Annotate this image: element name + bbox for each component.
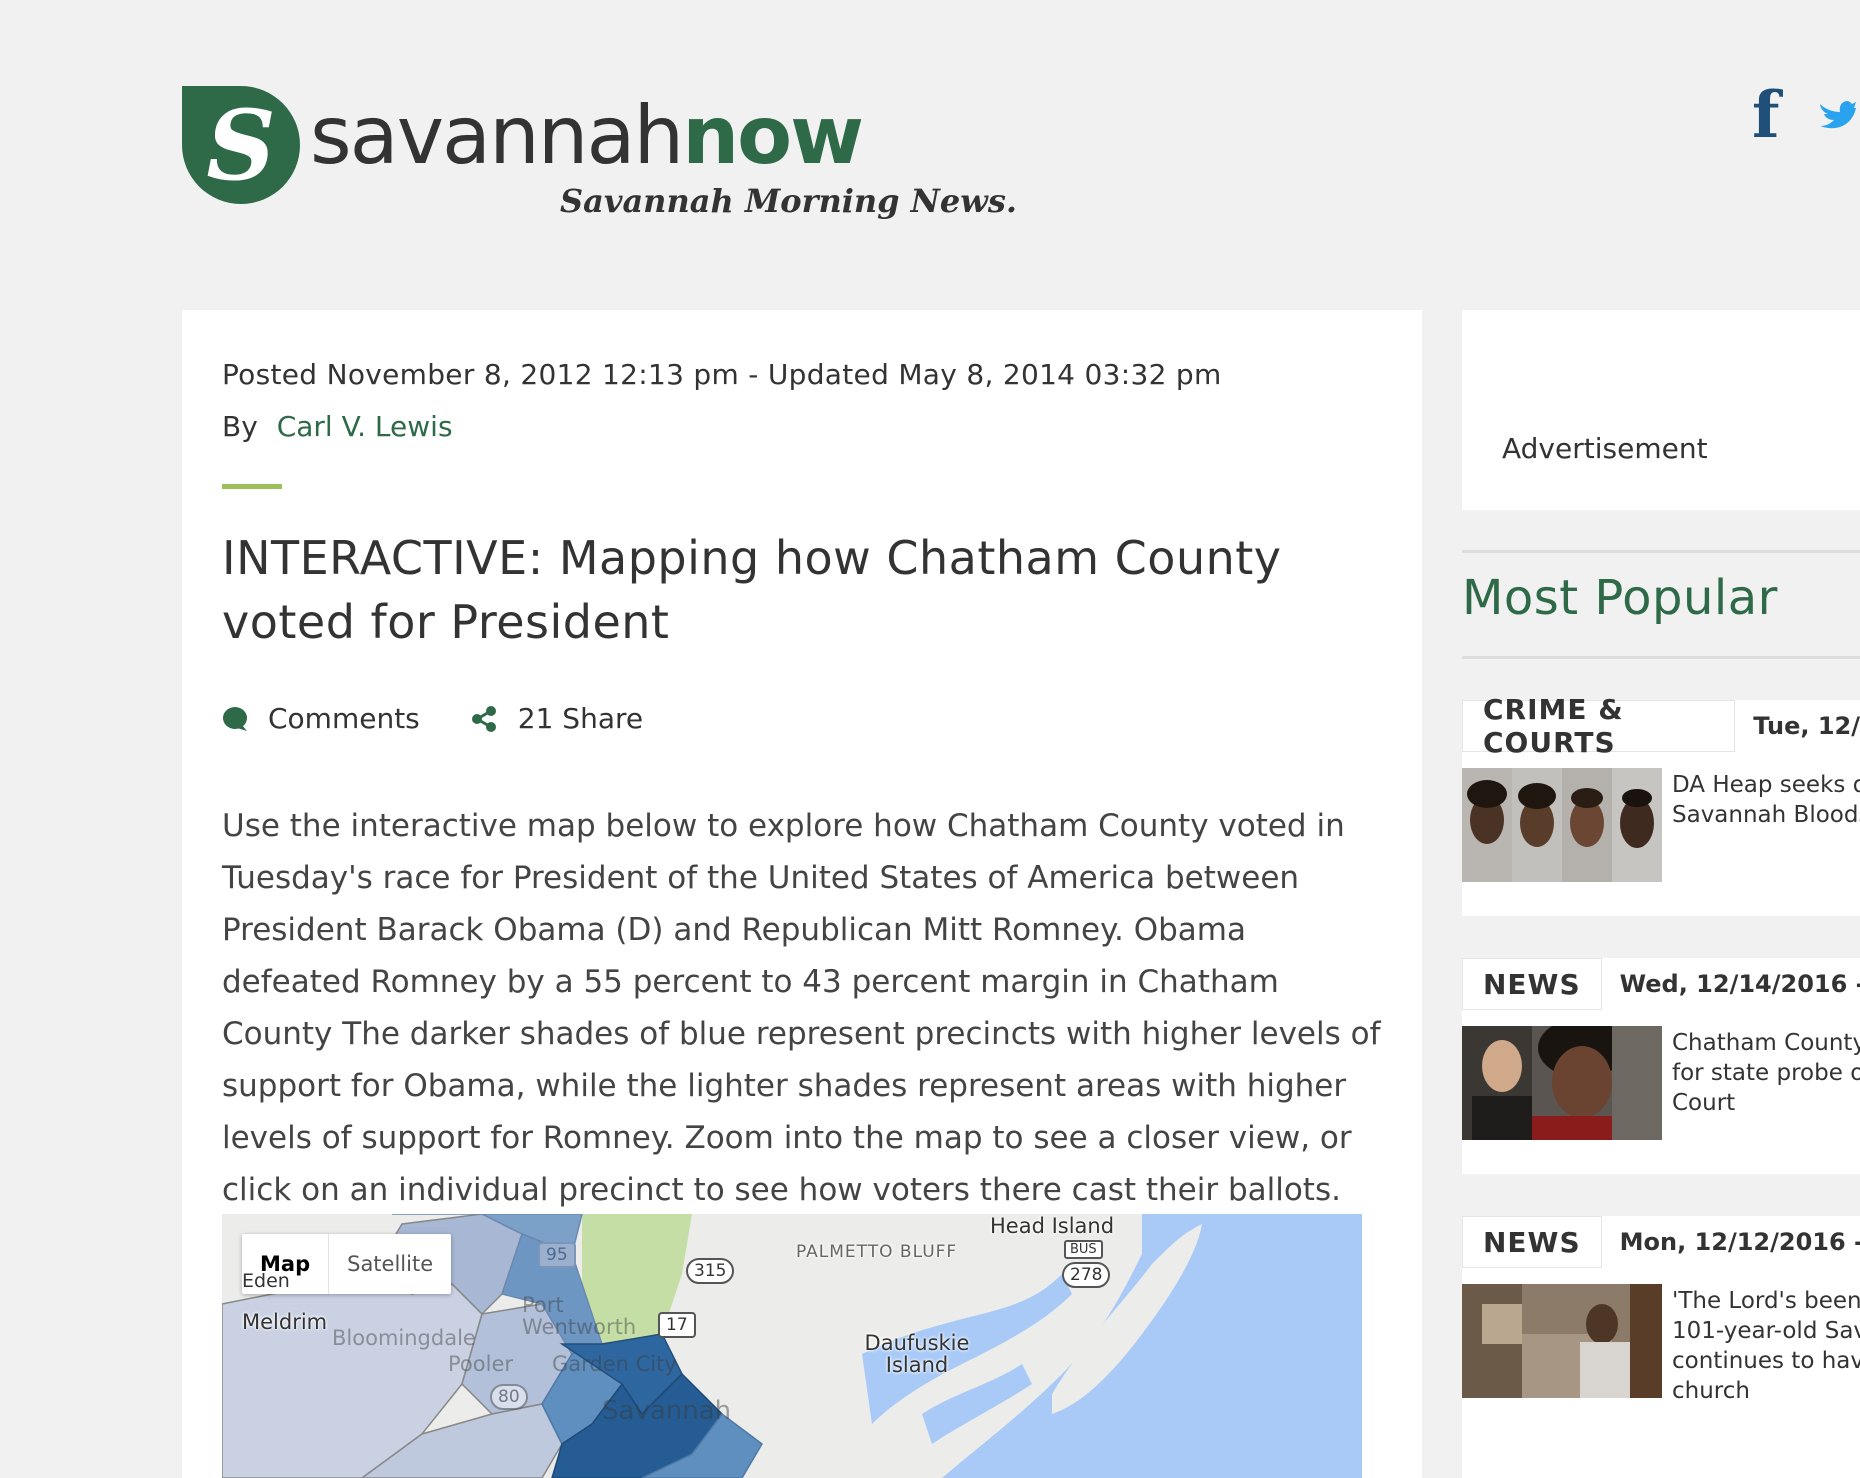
most-popular-heading: Most Popular bbox=[1462, 570, 1778, 626]
story-headline[interactable]: 'The Lord's been 101-year-old Sava conti… bbox=[1672, 1286, 1860, 1406]
article-body: Use the interactive map below to explore… bbox=[222, 808, 1381, 1208]
map-label-port-wentworth: Port Wentworth bbox=[522, 1293, 637, 1339]
story-thumbnail[interactable] bbox=[1462, 1284, 1662, 1398]
story-headline-line: continues to hav bbox=[1672, 1348, 1860, 1374]
most-popular-divider-bottom bbox=[1462, 656, 1860, 659]
interactive-map[interactable]: Map Satellite Head Island PALMETTO BLUFF… bbox=[222, 1214, 1362, 1478]
route-17-shield: 17 bbox=[658, 1312, 696, 1338]
article-headline: INTERACTIVE: Mapping how Chatham County … bbox=[222, 531, 1282, 649]
route-278-shield: 278 bbox=[1062, 1262, 1111, 1288]
story-category[interactable]: CRIME & COURTS bbox=[1462, 693, 1736, 759]
social-links: f bbox=[1752, 84, 1856, 148]
map-label-daufuskie-island: Daufuskie Island bbox=[864, 1331, 970, 1377]
facebook-icon[interactable]: f bbox=[1752, 84, 1780, 148]
post-timestamp: Posted November 8, 2012 12:13 pm - Updat… bbox=[222, 358, 1222, 391]
map-label-bloomingdale: Bloomingdale bbox=[332, 1326, 476, 1350]
story-headline-line: 'The Lord's been bbox=[1672, 1288, 1860, 1314]
story-headline-line: for state probe o bbox=[1672, 1060, 1860, 1086]
logo-tagline: Savannah Morning News. bbox=[560, 182, 1017, 220]
story-date: Wed, 12/14/2016 - 8:4 bbox=[1619, 970, 1860, 998]
popular-story-2[interactable]: NEWS Wed, 12/14/2016 - 8:4 Chatham Count… bbox=[1462, 958, 1860, 1174]
most-popular-divider-top bbox=[1462, 550, 1860, 553]
story-headline-line: Court bbox=[1672, 1090, 1736, 1116]
story-thumbnail[interactable] bbox=[1462, 768, 1662, 882]
map-label-savannah: Savannah bbox=[602, 1396, 732, 1426]
logo-name-plain: savannah bbox=[310, 89, 684, 182]
comments-label: Comments bbox=[268, 702, 420, 735]
route-80-shield: 80 bbox=[490, 1384, 528, 1410]
story-category[interactable]: NEWS bbox=[1462, 1216, 1602, 1268]
satellite-view-button[interactable]: Satellite bbox=[328, 1234, 451, 1294]
story-date: Mon, 12/12/2016 - 7:5 bbox=[1619, 1228, 1860, 1256]
author-link[interactable]: Carl V. Lewis bbox=[277, 410, 453, 443]
story-category[interactable]: NEWS bbox=[1462, 958, 1602, 1010]
advertisement-label: Advertisement bbox=[1502, 432, 1708, 465]
twitter-icon[interactable] bbox=[1816, 90, 1856, 138]
by-label: By bbox=[222, 410, 258, 443]
story-headline-line: DA Heap seeks d bbox=[1672, 772, 1860, 798]
story-thumbnail[interactable] bbox=[1462, 1026, 1662, 1140]
story-header: NEWS Mon, 12/12/2016 - 7:5 bbox=[1462, 1216, 1860, 1268]
map-label-garden-city: Garden City bbox=[552, 1352, 677, 1376]
story-headline[interactable]: Chatham County for state probe o Court bbox=[1672, 1028, 1860, 1118]
share-button[interactable]: 21 Share bbox=[470, 702, 643, 735]
story-headline-line: 101-year-old Sava bbox=[1672, 1318, 1860, 1344]
story-headline-line: Savannah Bloods bbox=[1672, 802, 1860, 828]
story-header: CRIME & COURTS Tue, 12/ bbox=[1462, 693, 1860, 759]
logo-name-bold: now bbox=[682, 89, 864, 182]
story-headline[interactable]: DA Heap seeks d Savannah Bloods bbox=[1672, 770, 1860, 830]
comment-bubble-icon bbox=[223, 706, 247, 731]
site-logo[interactable]: S savannahnow Savannah Morning News. bbox=[182, 86, 1017, 226]
advertisement-box: Advertisement bbox=[1462, 310, 1860, 510]
bus-route-label: BUS bbox=[1064, 1240, 1103, 1259]
map-label-head-island: Head Island bbox=[990, 1214, 1115, 1238]
share-count: 21 Share bbox=[517, 702, 644, 735]
story-header: NEWS Wed, 12/14/2016 - 8:4 bbox=[1462, 958, 1860, 1010]
logo-wordmark: savannahnow bbox=[310, 96, 864, 176]
map-label-eden: Eden bbox=[242, 1270, 290, 1292]
map-label-pooler: Pooler bbox=[448, 1352, 513, 1376]
byline: By Carl V. Lewis bbox=[222, 410, 453, 443]
logo-letter: S bbox=[206, 88, 276, 202]
popular-story-3[interactable]: NEWS Mon, 12/12/2016 - 7:5 'The Lord's b… bbox=[1462, 1216, 1860, 1478]
map-label-meldrim: Meldrim bbox=[242, 1310, 328, 1334]
accent-rule bbox=[222, 484, 282, 489]
map-label-palmetto-bluff: PALMETTO BLUFF bbox=[796, 1242, 958, 1262]
story-headline-line: Chatham County bbox=[1672, 1030, 1860, 1056]
article-actions: Comments 21 Share bbox=[222, 702, 693, 735]
story-headline-line: church bbox=[1672, 1378, 1750, 1404]
interstate-95-shield: 95 bbox=[538, 1242, 576, 1268]
share-icon bbox=[471, 705, 496, 732]
comments-button[interactable]: Comments bbox=[222, 702, 420, 735]
route-315-shield: 315 bbox=[686, 1258, 735, 1284]
story-date: Tue, 12/ bbox=[1753, 712, 1860, 740]
popular-story-1[interactable]: CRIME & COURTS Tue, 12/ DA Heap seeks d … bbox=[1462, 693, 1860, 916]
article-card: Posted November 8, 2012 12:13 pm - Updat… bbox=[182, 310, 1422, 1478]
